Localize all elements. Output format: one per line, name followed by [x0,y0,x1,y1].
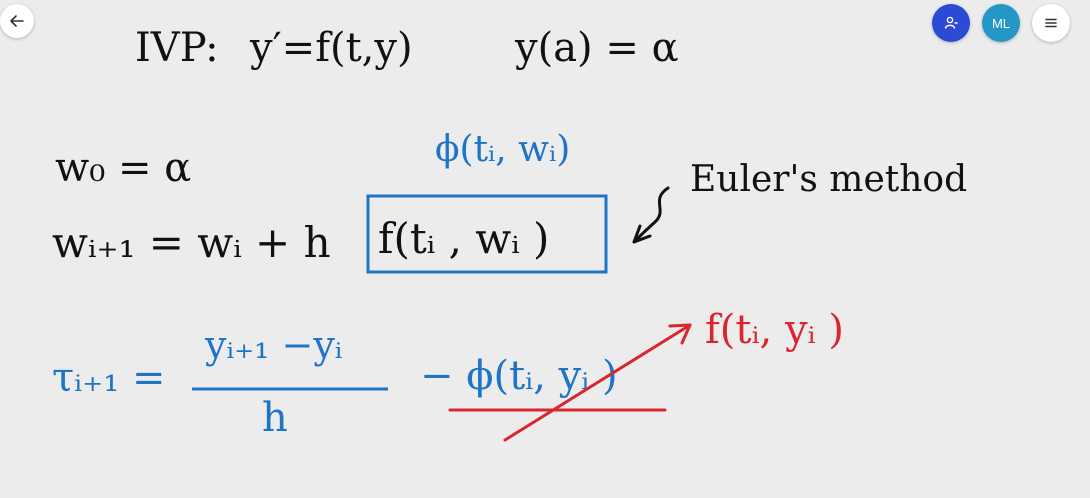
back-button[interactable] [0,4,34,38]
ink-strokes [192,186,692,442]
red-strike-arrow [503,323,692,442]
arrow-left-icon [10,15,24,27]
ink-layer: IVP: y′=f(t,y) y(a) = α ϕ(tᵢ, wᵢ) w₀ = α… [0,0,1090,498]
top-right-controls: ML [932,4,1070,42]
person-icon [944,16,958,29]
avatar[interactable]: ML [982,4,1020,42]
highlight-box [366,194,608,274]
user-button[interactable] [932,4,970,42]
curved-arrow-stroke [632,186,670,244]
avatar-initials: ML [991,15,1011,31]
hamburger-menu-icon [1045,18,1057,28]
whiteboard-canvas[interactable]: IVP: y′=f(t,y) y(a) = α ϕ(tᵢ, wᵢ) w₀ = α… [0,0,1090,498]
menu-button[interactable] [1032,4,1070,42]
